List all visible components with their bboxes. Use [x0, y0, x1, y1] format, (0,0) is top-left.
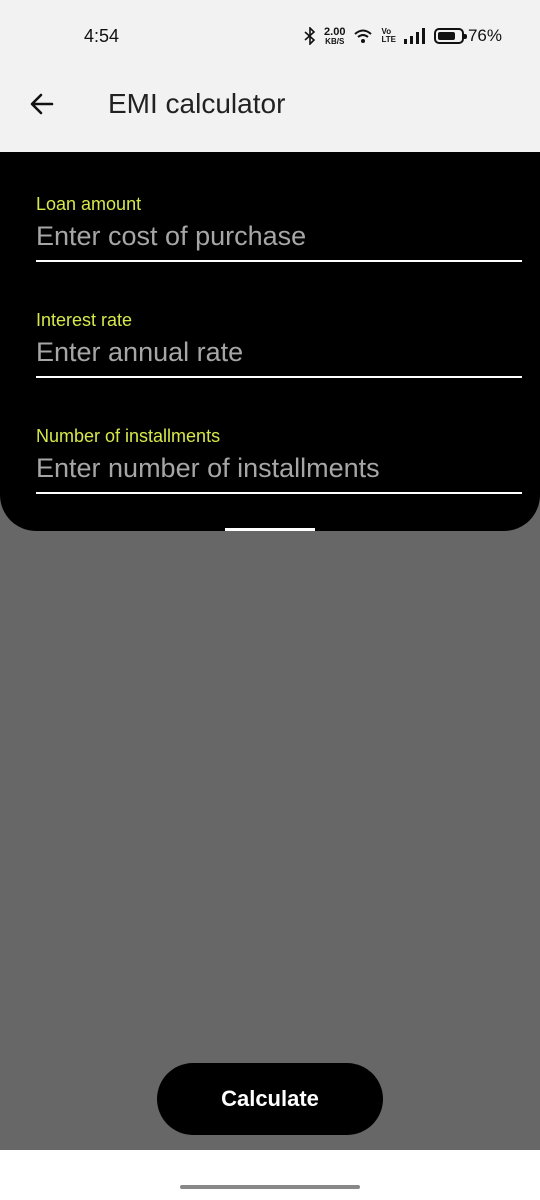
signal-icon	[403, 28, 426, 44]
bluetooth-icon	[304, 27, 316, 45]
interest-rate-field: Interest rate	[36, 310, 522, 378]
arrow-left-icon	[30, 93, 54, 115]
calculate-button[interactable]: Calculate	[157, 1063, 383, 1135]
battery-body	[433, 28, 467, 44]
battery-fill	[437, 32, 455, 40]
navigation-bar	[0, 1150, 540, 1200]
network-speed: 2.00 KB/S	[324, 25, 346, 46]
network-speed-value: 2.00	[324, 25, 346, 38]
volte-icon: Vo LTE	[381, 28, 396, 43]
battery-tip	[463, 34, 467, 39]
home-indicator[interactable]	[180, 1185, 360, 1189]
back-button[interactable]	[22, 84, 62, 124]
app-bar: EMI calculator	[0, 72, 540, 152]
battery-icon: 76%	[433, 26, 502, 46]
status-bar: 4:54 2.00 KB/S Vo LTE 76%	[0, 0, 540, 72]
installments-field: Number of installments	[36, 426, 522, 494]
loan-amount-field: Loan amount	[36, 194, 522, 262]
volte-bottom: LTE	[381, 35, 396, 44]
status-time: 4:54	[84, 26, 120, 46]
interest-rate-label: Interest rate	[36, 310, 133, 330]
drag-handle[interactable]	[225, 528, 315, 531]
installments-input[interactable]	[36, 453, 522, 494]
interest-rate-input[interactable]	[36, 337, 522, 378]
battery-percent: 76%	[467, 26, 502, 45]
wifi-icon	[353, 28, 373, 44]
loan-amount-input[interactable]	[36, 221, 522, 262]
page-title: EMI calculator	[108, 88, 286, 119]
status-icons: 2.00 KB/S Vo LTE 76%	[304, 24, 502, 48]
installments-label: Number of installments	[36, 426, 221, 446]
emi-form-card: Loan amount Interest rate Number of inst…	[0, 152, 540, 531]
network-speed-unit: KB/S	[325, 36, 345, 46]
loan-amount-label: Loan amount	[36, 194, 142, 214]
